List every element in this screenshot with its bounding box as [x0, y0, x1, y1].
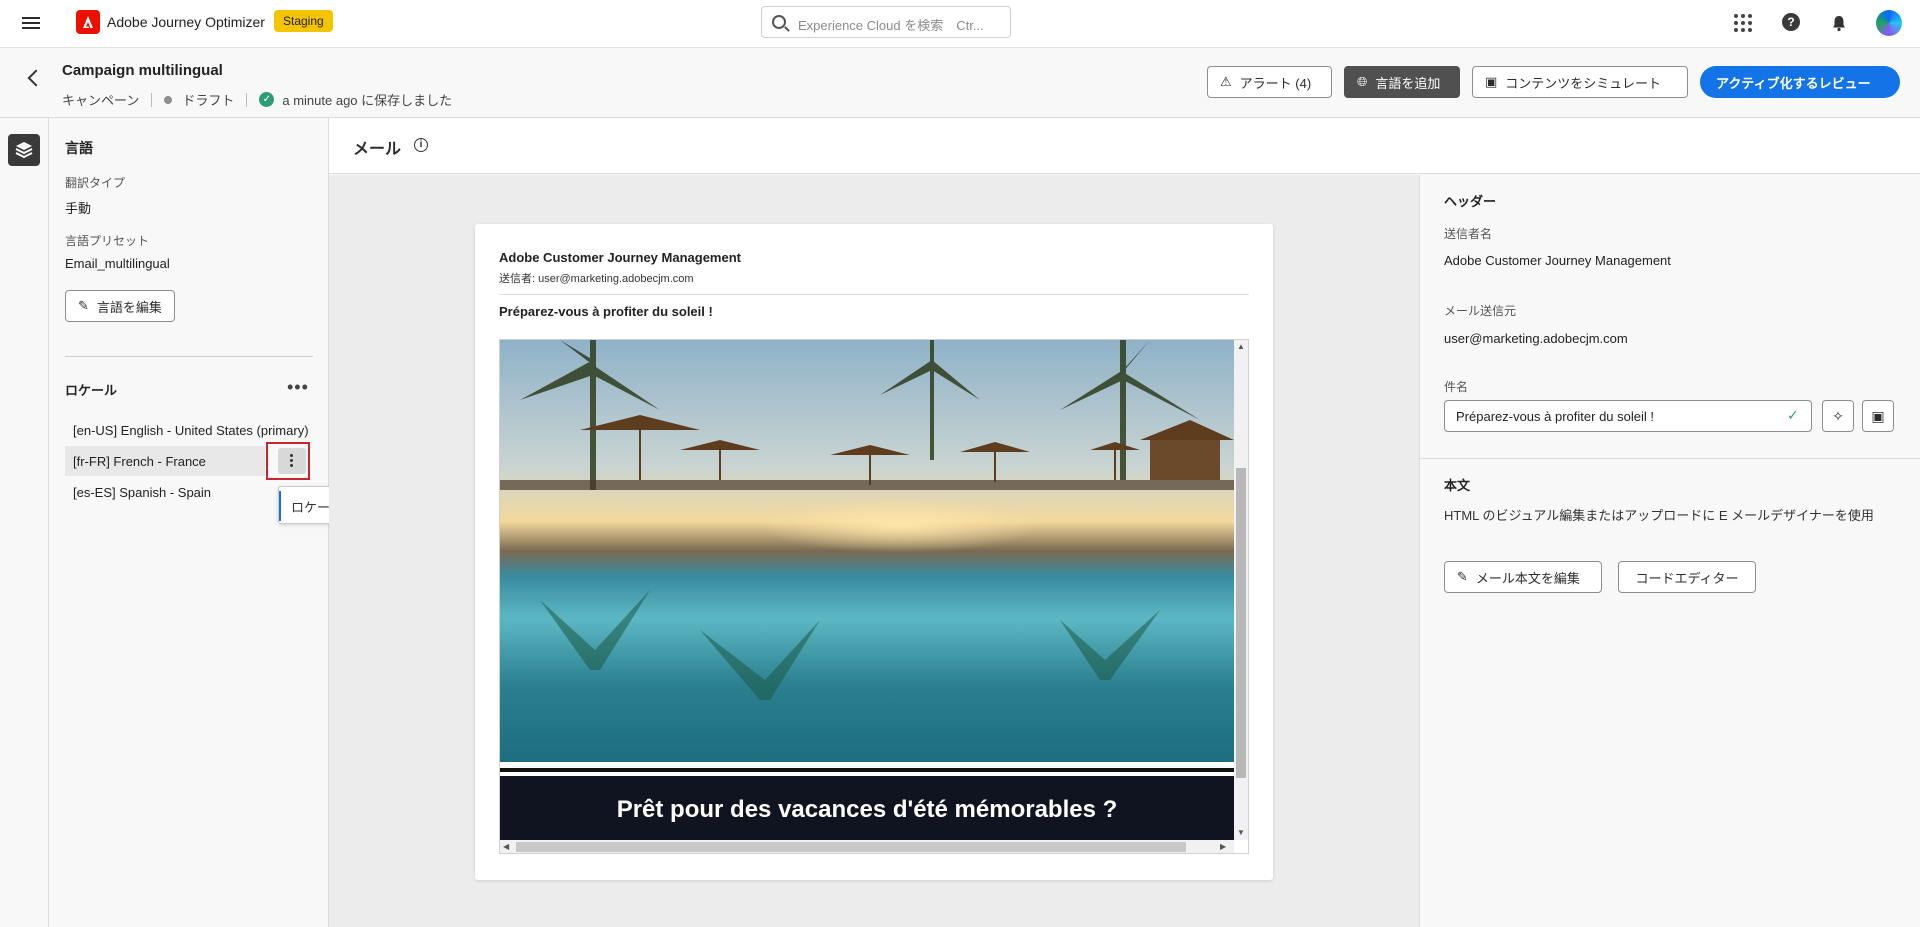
campaign-header: Campaign multilingual キャンペーン ドラフト ✓ a mi… — [0, 48, 1920, 118]
bell-icon[interactable] — [1830, 14, 1848, 32]
edit-email-body-label: メール本文を編集 — [1475, 570, 1580, 586]
pencil-icon: ✎ — [78, 298, 89, 313]
from-address: 送信者: user@marketing.adobecjm.com — [499, 273, 694, 285]
translation-type-value: 手動 — [65, 201, 92, 216]
apps-grid-icon[interactable] — [1732, 12, 1754, 34]
breadcrumb: キャンペーン ドラフト ✓ a minute ago に保存しました — [62, 90, 452, 109]
email-preview-card: Adobe Customer Journey Management 送信者: u… — [475, 224, 1273, 880]
search-input[interactable]: Experience Cloud を検索 Ctr... — [761, 6, 1011, 38]
more-icon[interactable]: ••• — [287, 378, 308, 396]
divider — [65, 356, 313, 357]
env-badge: Staging — [274, 10, 333, 32]
scroll-thumb[interactable] — [516, 842, 1186, 852]
preset-value: Email_multilingual — [65, 256, 170, 271]
magic-wand-button[interactable]: ✧ — [1822, 400, 1854, 432]
layers-icon[interactable] — [8, 134, 40, 166]
preset-label: 言語プリセット — [65, 234, 150, 248]
locale-heading: ロケール — [65, 383, 118, 398]
vertical-scrollbar[interactable]: ▲ ▼ — [1234, 340, 1248, 840]
left-rail — [0, 118, 49, 927]
scroll-left-icon[interactable]: ◀ — [503, 842, 509, 851]
personalization-button[interactable]: ▣ — [1862, 400, 1894, 432]
code-editor-label: コードエディター — [1635, 570, 1739, 586]
email-header: メール i — [329, 118, 1920, 174]
properties-panel: ヘッダー 送信者名 Adobe Customer Journey Managem… — [1419, 175, 1920, 927]
locale-item-en-us[interactable]: [en-US] English - United States (primary… — [65, 415, 315, 445]
horizontal-scrollbar[interactable]: ◀ ▶ — [500, 840, 1234, 853]
banner-title: Prêt pour des vacances d'été mémorables … — [616, 796, 1118, 823]
divider — [499, 294, 1249, 295]
sender-name-label: 送信者名 — [1444, 227, 1493, 241]
personalization-icon: ▣ — [1871, 408, 1885, 424]
search-icon — [772, 15, 786, 29]
simulate-label: コンテンツをシミュレート — [1505, 75, 1662, 91]
help-icon[interactable]: ? — [1782, 13, 1800, 31]
review-label: アクティブ化するレビュー — [1716, 75, 1871, 91]
status-dot-icon — [164, 95, 173, 104]
email-body-preview[interactable]: Prêt pour des vacances d'été mémorables … — [499, 339, 1249, 854]
sender-name-value: Adobe Customer Journey Management — [1444, 253, 1671, 268]
locale-kebab-icon[interactable] — [278, 448, 306, 474]
campaign-type: キャンペーン — [62, 93, 140, 108]
edit-email-body-button[interactable]: ✎ メール本文を編集 — [1444, 561, 1602, 593]
edit-languages-button[interactable]: ✎ 言語を編集 — [65, 290, 175, 322]
locale-label: [fr-FR] French - France — [73, 454, 206, 469]
body-heading: 本文 — [1444, 478, 1471, 493]
email-subject: Préparez-vous à profiter du soleil ! — [499, 304, 713, 319]
globe-icon: 🌐︎ — [1357, 74, 1368, 89]
from-label: メール送信元 — [1444, 304, 1517, 318]
status-badge: ドラフト — [182, 93, 235, 108]
translation-type-label: 翻訳タイプ — [65, 176, 126, 190]
menu-icon[interactable] — [22, 14, 40, 32]
search-placeholder: Experience Cloud を検索 Ctr... — [798, 18, 984, 33]
page-title: Campaign multilingual — [62, 62, 223, 79]
back-icon[interactable] — [27, 69, 45, 87]
check-circle-icon: ✓ — [259, 92, 275, 107]
alerts-button[interactable]: ⚠ アラート (4) — [1207, 66, 1332, 98]
adobe-logo-icon — [76, 10, 100, 34]
app-name: Adobe Journey Optimizer — [107, 14, 265, 30]
simulate-content-button[interactable]: ▣ コンテンツをシミュレート — [1472, 66, 1688, 98]
locale-item-fr-fr[interactable]: [fr-FR] French - France — [65, 446, 265, 476]
divider — [500, 768, 1234, 772]
scroll-up-icon[interactable]: ▲ — [1237, 342, 1245, 351]
edit-languages-label: 言語を編集 — [96, 299, 162, 315]
scroll-down-icon[interactable]: ▼ — [1237, 828, 1245, 837]
scroll-right-icon[interactable]: ▶ — [1220, 842, 1226, 851]
alert-triangle-icon: ⚠ — [1220, 74, 1232, 89]
code-editor-button[interactable]: コードエディター — [1618, 561, 1756, 593]
from-name: Adobe Customer Journey Management — [499, 250, 741, 265]
languages-heading: 言語 — [65, 140, 93, 156]
scroll-thumb[interactable] — [1236, 468, 1246, 778]
add-language-button[interactable]: 🌐︎ 言語を追加 — [1344, 66, 1460, 98]
simulate-icon: ▣ — [1485, 74, 1498, 89]
saved-status: a minute ago に保存しました — [282, 93, 453, 108]
top-bar: Adobe Journey Optimizer Staging Experien… — [0, 0, 1920, 48]
info-icon[interactable]: i — [414, 138, 428, 152]
body-description: HTML のビジュアル編集またはアップロードに E メールデザイナーを使用 — [1444, 508, 1874, 523]
subject-field[interactable]: Préparez-vous à profiter du soleil ! ✓ — [1444, 400, 1812, 432]
pencil-icon: ✎ — [1457, 569, 1468, 584]
locale-label: [en-US] English - United States (primary… — [73, 423, 309, 438]
magic-wand-icon: ✧ — [1832, 408, 1844, 424]
review-activate-button[interactable]: アクティブ化するレビュー — [1700, 66, 1900, 98]
hero-image — [500, 340, 1234, 762]
email-title: メール — [353, 141, 402, 158]
checkmark-icon: ✓ — [1787, 407, 1799, 423]
subject-value: Préparez-vous à profiter du soleil ! — [1456, 409, 1654, 424]
add-language-label: 言語を追加 — [1375, 75, 1441, 91]
avatar[interactable] — [1876, 10, 1902, 36]
locale-label: [es-ES] Spanish - Spain — [73, 485, 212, 500]
from-value: user@marketing.adobecjm.com — [1444, 331, 1628, 346]
alerts-label: アラート (4) — [1239, 75, 1312, 91]
divider — [1420, 458, 1920, 459]
subject-label: 件名 — [1444, 380, 1469, 394]
header-heading: ヘッダー — [1444, 194, 1497, 209]
